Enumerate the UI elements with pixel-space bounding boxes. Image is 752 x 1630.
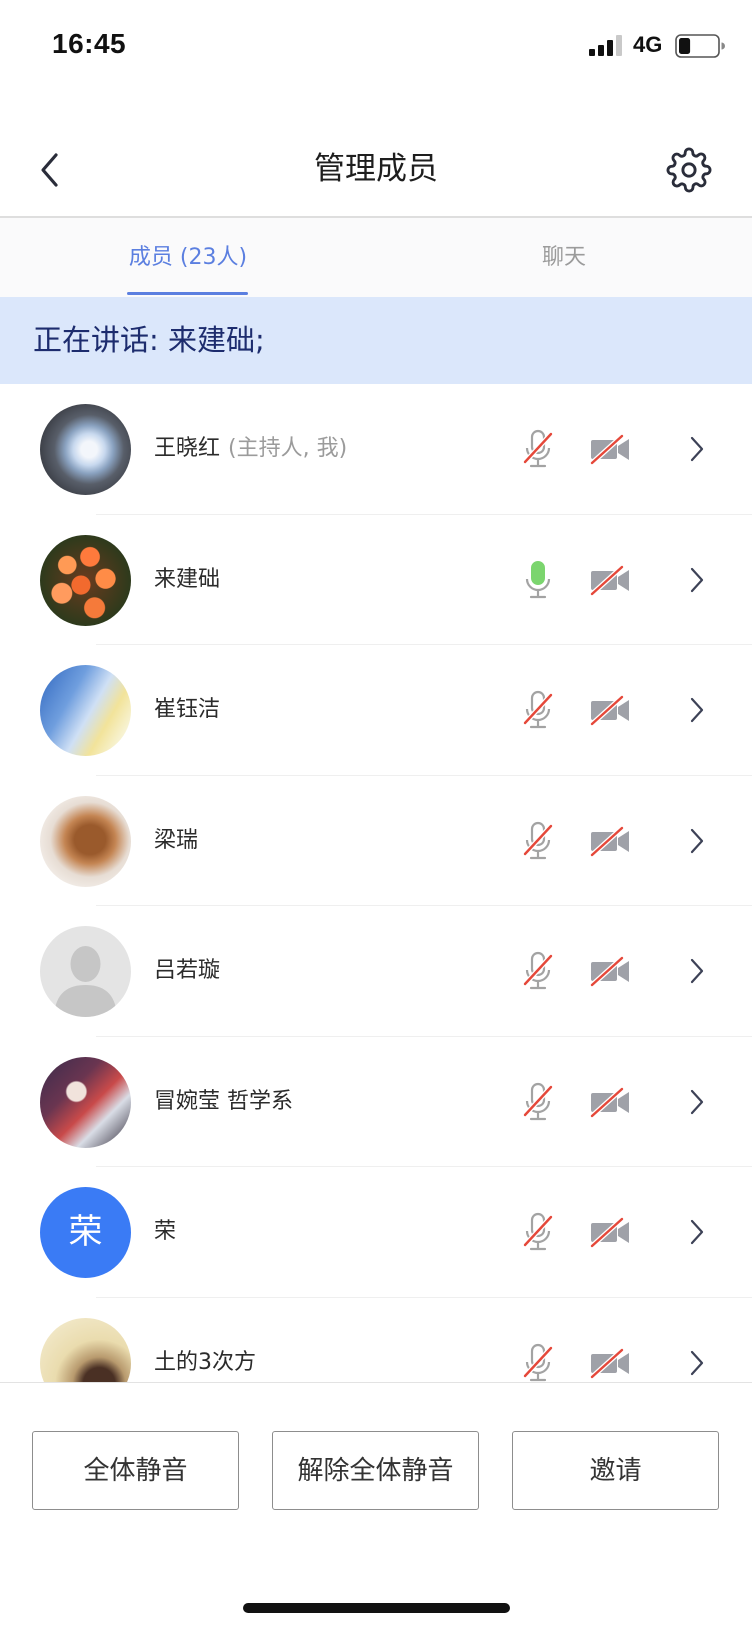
mic-muted-icon[interactable] bbox=[521, 951, 555, 991]
gear-icon[interactable] bbox=[666, 147, 712, 193]
member-row[interactable]: 来建础 bbox=[0, 515, 752, 646]
speaking-banner-text: 正在讲话: 来建础; bbox=[33, 323, 265, 357]
mic-muted-icon[interactable] bbox=[521, 1212, 555, 1252]
avatar bbox=[40, 795, 131, 887]
member-row[interactable]: 土的3次方 bbox=[0, 1298, 752, 1383]
member-name-line: 冒婉莹 哲学系 bbox=[154, 1037, 293, 1167]
member-name-line: 荣 bbox=[154, 1167, 176, 1297]
battery-icon bbox=[675, 34, 725, 58]
member-row[interactable]: 冒婉莹 哲学系 bbox=[0, 1037, 752, 1168]
signal-bar bbox=[607, 40, 613, 56]
chevron-right-icon[interactable] bbox=[689, 435, 705, 463]
camera-off-icon[interactable] bbox=[589, 1347, 631, 1379]
chevron-right-icon[interactable] bbox=[689, 566, 705, 594]
member-name: 吕若璇 bbox=[154, 958, 221, 983]
member-name: 王晓红 bbox=[154, 436, 221, 461]
chevron-right-icon[interactable] bbox=[689, 957, 705, 985]
camera-off-icon[interactable] bbox=[589, 564, 631, 596]
camera-off-icon[interactable] bbox=[589, 433, 631, 465]
member-row[interactable]: 荣荣 bbox=[0, 1167, 752, 1298]
active-tab-indicator bbox=[127, 292, 248, 295]
avatar bbox=[40, 534, 131, 626]
member-row[interactable]: 王晓红 (主持人, 我) bbox=[0, 384, 752, 515]
nav-bar: 管理成员 bbox=[0, 92, 752, 218]
mic-muted-icon[interactable] bbox=[521, 1343, 555, 1383]
member-name: 梁瑞 bbox=[154, 827, 199, 853]
camera-off-icon[interactable] bbox=[589, 694, 631, 726]
camera-off-icon[interactable] bbox=[589, 825, 631, 857]
chevron-right-icon[interactable] bbox=[689, 827, 705, 855]
home-indicator[interactable] bbox=[243, 1603, 510, 1613]
chevron-right-icon[interactable] bbox=[689, 1349, 705, 1377]
tab-members[interactable]: 成员 (23人) bbox=[0, 218, 376, 297]
network-type: 4G bbox=[633, 32, 663, 57]
camera-off-icon[interactable] bbox=[589, 1086, 631, 1118]
speaking-banner: 正在讲话: 来建础; bbox=[0, 297, 752, 384]
member-name-line: 吕若璇 bbox=[154, 906, 220, 1036]
chevron-right-icon[interactable] bbox=[689, 1218, 705, 1246]
avatar bbox=[40, 1317, 131, 1382]
avatar: 荣 bbox=[40, 1187, 131, 1278]
mic-muted-icon[interactable] bbox=[521, 821, 555, 861]
avatar bbox=[40, 404, 131, 495]
bottom-action-bar: 全体静音 解除全体静音 邀请 bbox=[0, 1382, 752, 1630]
member-name-line: 崔钰洁 bbox=[154, 645, 220, 775]
camera-off-icon[interactable] bbox=[589, 955, 631, 987]
page-title: 管理成员 bbox=[314, 151, 438, 187]
signal-bar bbox=[616, 35, 622, 56]
mic-muted-icon[interactable] bbox=[521, 690, 555, 730]
member-name: 荣 bbox=[154, 1219, 177, 1244]
default-avatar-icon bbox=[54, 946, 117, 1017]
member-name-line: 梁瑞 bbox=[154, 776, 198, 906]
member-list[interactable]: 王晓红 (主持人, 我) 来建础 崔钰洁 梁瑞 吕若璇 冒婉莹 哲学系 荣 荣 … bbox=[0, 384, 752, 1382]
signal-bar bbox=[589, 49, 595, 56]
mic-muted-icon[interactable] bbox=[521, 1082, 555, 1122]
member-name-line: 土的3次方 bbox=[154, 1298, 256, 1383]
status-time: 16:45 bbox=[52, 28, 127, 59]
member-name: 来建础 bbox=[154, 566, 221, 592]
member-name: 土的3次方 bbox=[154, 1349, 256, 1375]
mic-muted-icon[interactable] bbox=[521, 429, 555, 469]
avatar bbox=[40, 926, 131, 1017]
avatar-initial: 荣 bbox=[68, 1212, 103, 1252]
member-name: 冒婉莹 哲学系 bbox=[154, 1088, 293, 1114]
mic-on-icon[interactable] bbox=[521, 560, 555, 600]
mute-all-button[interactable]: 全体静音 bbox=[32, 1431, 239, 1510]
member-row[interactable]: 梁瑞 bbox=[0, 776, 752, 907]
chevron-right-icon[interactable] bbox=[689, 696, 705, 724]
camera-off-icon[interactable] bbox=[589, 1216, 631, 1248]
member-role-note: (主持人, 我) bbox=[228, 436, 348, 461]
status-bar: 16:45 4G bbox=[0, 0, 752, 92]
signal-bar bbox=[598, 45, 604, 56]
tab-chat[interactable]: 聊天 bbox=[376, 218, 752, 297]
member-name: 崔钰洁 bbox=[154, 697, 221, 722]
unmute-all-button[interactable]: 解除全体静音 bbox=[272, 1431, 479, 1510]
invite-button[interactable]: 邀请 bbox=[512, 1431, 719, 1510]
chevron-right-icon[interactable] bbox=[689, 1088, 705, 1116]
member-name-line: 王晓红 (主持人, 我) bbox=[154, 384, 347, 514]
tab-bar: 成员 (23人) 聊天 bbox=[0, 218, 752, 297]
member-name-line: 来建础 bbox=[154, 515, 220, 645]
member-row[interactable]: 崔钰洁 bbox=[0, 645, 752, 776]
avatar bbox=[40, 1056, 131, 1148]
member-row[interactable]: 吕若璇 bbox=[0, 906, 752, 1037]
avatar bbox=[40, 665, 131, 756]
signal-strength-icon bbox=[589, 35, 622, 56]
